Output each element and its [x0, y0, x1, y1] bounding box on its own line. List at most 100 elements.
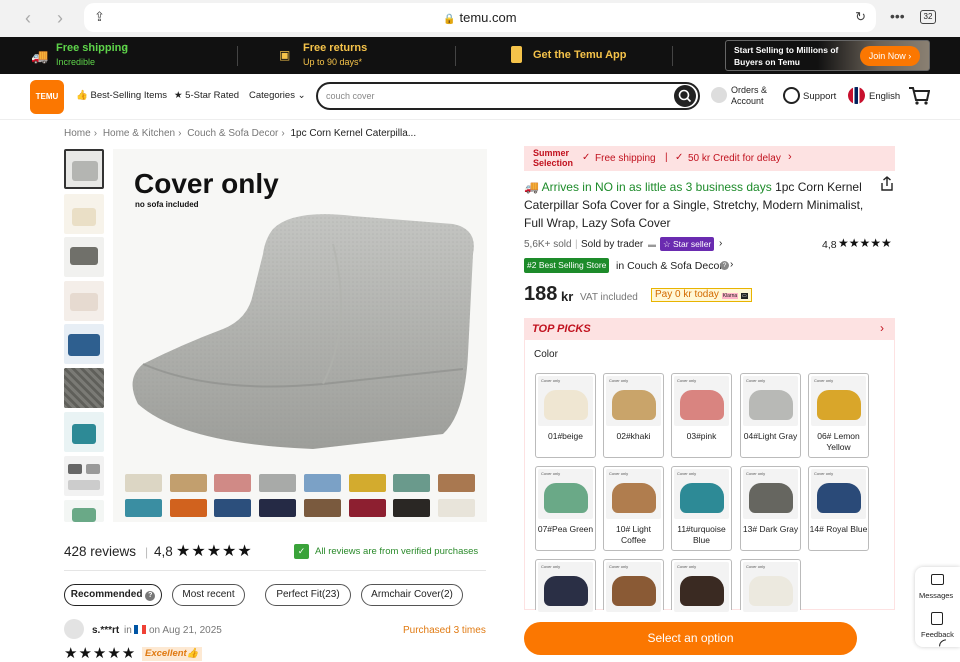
color-option-image: Cover only: [743, 562, 798, 612]
color-swatch: [304, 474, 341, 492]
color-swatch: [259, 474, 296, 492]
temu-logo[interactable]: TEMU: [30, 80, 64, 114]
forward-icon[interactable]: ›: [57, 8, 63, 29]
reviewer-name[interactable]: s.***rt: [92, 625, 119, 636]
color-option[interactable]: Cover only: [603, 559, 664, 612]
review-rating: 4,8: [154, 544, 173, 559]
store-category[interactable]: in Couch & Sofa Decor: [616, 260, 723, 272]
color-option[interactable]: Cover only 10# Light Coffee: [603, 466, 664, 551]
orders-account-link[interactable]: Orders & Account: [731, 85, 776, 107]
filter-perfect-fit[interactable]: Perfect Fit(23): [265, 584, 351, 606]
best-selling-link[interactable]: 👍 Best-Selling Items: [76, 90, 167, 101]
color-option[interactable]: Cover only 07#Pea Green: [535, 466, 596, 551]
help-icon: ?: [145, 591, 156, 601]
color-option-caption: Cover only: [609, 378, 629, 383]
breadcrumb-couch-decor[interactable]: Couch & Sofa Decor: [187, 128, 278, 139]
star-seller-badge: ☆ Star seller: [660, 237, 715, 251]
messages-icon[interactable]: [931, 574, 944, 585]
search-button[interactable]: [674, 85, 696, 107]
color-option[interactable]: Cover only: [671, 559, 732, 612]
color-option[interactable]: Cover only 13# Dark Gray: [740, 466, 801, 551]
color-option[interactable]: Cover only 03#pink: [671, 373, 732, 458]
pay-later-badge[interactable]: Pay 0 kr today Klarna ▭: [651, 288, 752, 302]
divider: |: [575, 239, 578, 250]
color-option-caption: Cover only: [746, 378, 766, 383]
summer-banner[interactable]: Summer Selection ✓ Free shipping | ✓ 50 …: [524, 146, 895, 171]
feedback-icon[interactable]: [931, 612, 943, 625]
color-option-image: Cover only: [606, 469, 661, 519]
selling-banner[interactable]: Start Selling to Millions of Buyers on T…: [725, 40, 930, 71]
color-option[interactable]: Cover only 02#khaki: [603, 373, 664, 458]
color-option-caption: Cover only: [541, 378, 561, 383]
promo-bar: 🚚 Free shipping › Incredible ▣ Free retu…: [0, 37, 960, 74]
thumbnail[interactable]: [64, 324, 104, 364]
breadcrumb-home[interactable]: Home: [64, 128, 91, 139]
browser-toolbar: ‹ › ⇪ 🔒 temu.com ↻ ••• 32: [0, 0, 960, 37]
color-option-caption: Cover only: [541, 471, 561, 476]
divider: [64, 570, 486, 571]
divider: [672, 46, 673, 66]
main-product-image[interactable]: Cover only no sofa included: [113, 149, 487, 522]
free-returns-title[interactable]: Free returns: [303, 42, 367, 54]
select-option-button[interactable]: Select an option: [524, 622, 857, 655]
color-option-sofa: [749, 483, 793, 513]
france-flag-icon: [134, 625, 146, 634]
breadcrumb-home-kitchen[interactable]: Home & Kitchen: [103, 128, 175, 139]
messages-link[interactable]: Messages: [919, 591, 953, 600]
filter-recommended[interactable]: Recommended ?: [64, 584, 162, 606]
language-link[interactable]: English: [869, 91, 900, 102]
color-swatch: [438, 499, 475, 517]
color-option-label: 01#beige: [548, 431, 583, 441]
reviewer-in: in: [124, 625, 132, 636]
color-option[interactable]: Cover only: [535, 559, 596, 612]
color-option[interactable]: Cover only 06# Lemon Yellow: [808, 373, 869, 458]
five-star-link[interactable]: ★ 5-Star Rated: [174, 90, 239, 101]
app-promo[interactable]: Get the Temu App: [533, 49, 627, 61]
color-option[interactable]: Cover only 01#beige: [535, 373, 596, 458]
color-option-image: Cover only: [743, 376, 798, 426]
thumbnail[interactable]: [64, 149, 104, 189]
color-option[interactable]: Cover only 11#turquoise Blue: [671, 466, 732, 551]
thumbnail[interactable]: [64, 194, 104, 234]
account-icon[interactable]: [711, 87, 727, 103]
color-option[interactable]: Cover only 04#Light Gray: [740, 373, 801, 458]
color-option[interactable]: Cover only: [740, 559, 801, 612]
thumbnail[interactable]: [64, 412, 104, 452]
feedback-link[interactable]: Feedback: [921, 630, 954, 639]
thumbnail[interactable]: [64, 237, 104, 277]
norway-flag-icon: [848, 87, 865, 104]
review-count[interactable]: 428 reviews: [64, 544, 136, 559]
tabs-count[interactable]: 32: [920, 10, 936, 24]
color-option-label: 11#turquoise Blue: [677, 524, 726, 545]
color-option-image: Cover only: [811, 469, 866, 519]
color-swatch: [349, 474, 386, 492]
sold-by[interactable]: Sold by trader: [581, 239, 643, 250]
filter-most-recent[interactable]: Most recent: [172, 584, 245, 606]
address-bar[interactable]: ⇪ 🔒 temu.com ↻: [84, 3, 876, 32]
check-icon: ✓: [675, 152, 684, 163]
free-shipping-title[interactable]: Free shipping: [56, 42, 128, 54]
color-option[interactable]: Cover only 14# Royal Blue: [808, 466, 869, 551]
thumbnail[interactable]: [64, 456, 104, 496]
top-picks-bar[interactable]: TOP PICKS ›: [524, 318, 895, 340]
thumbnail[interactable]: [64, 500, 104, 522]
thumbnail[interactable]: [64, 368, 104, 408]
search-box[interactable]: couch cover: [316, 82, 700, 110]
search-input[interactable]: couch cover: [326, 91, 375, 101]
cart-icon[interactable]: [908, 86, 930, 106]
back-icon[interactable]: ‹: [25, 8, 31, 29]
categories-menu[interactable]: Categories ⌄: [249, 90, 306, 101]
arrival-info[interactable]: Arrives in NO in as little as 3 business…: [542, 180, 772, 194]
chevron-right-icon: ›: [788, 151, 792, 163]
help-icon[interactable]: ?: [720, 261, 729, 270]
filter-armchair-cover[interactable]: Armchair Cover(2): [361, 584, 463, 606]
join-now-button[interactable]: Join Now ›: [860, 46, 920, 66]
reload-icon[interactable]: ↻: [855, 9, 866, 25]
product-rating[interactable]: 4,8: [822, 239, 837, 251]
color-swatch: [214, 499, 251, 517]
share-icon[interactable]: [880, 176, 894, 192]
support-link[interactable]: Support: [803, 91, 836, 102]
thumbnail[interactable]: [64, 281, 104, 321]
support-icon[interactable]: [783, 87, 800, 104]
more-icon[interactable]: •••: [890, 8, 905, 24]
